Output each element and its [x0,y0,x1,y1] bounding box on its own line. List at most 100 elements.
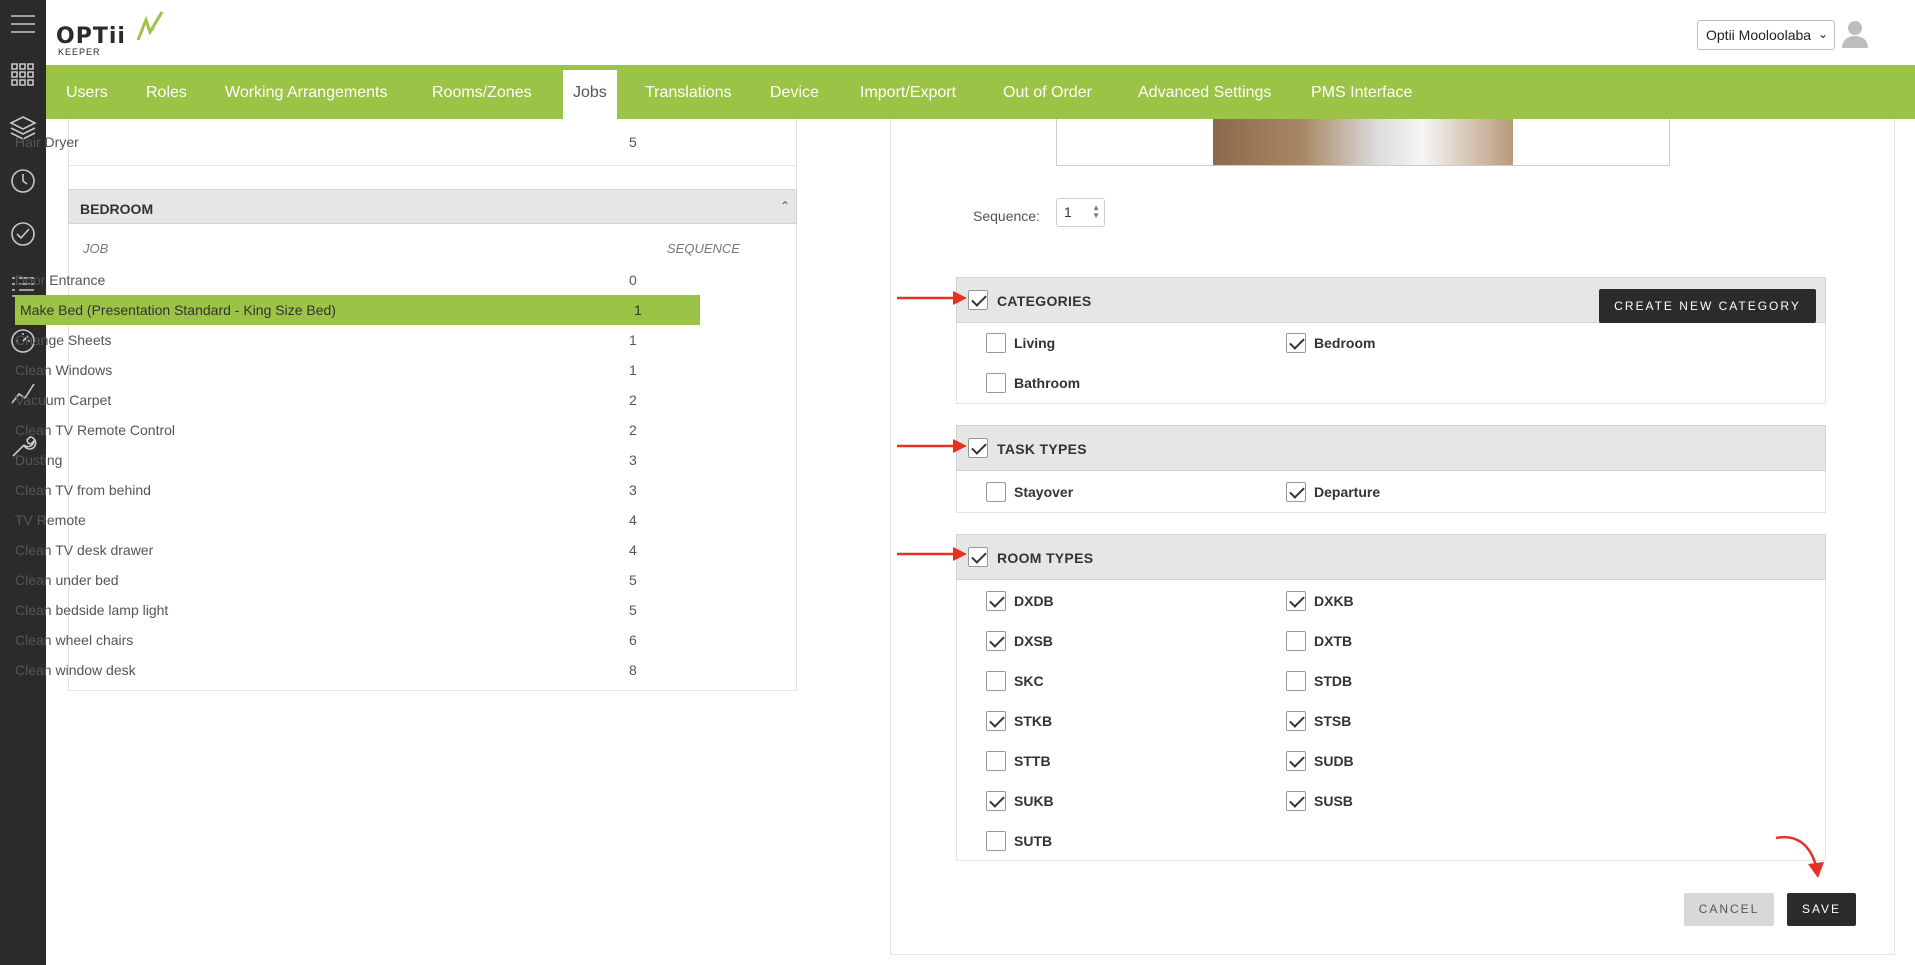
checkbox-stsb[interactable] [1286,711,1306,731]
job-sequence: 1 [629,362,637,378]
menu-icon[interactable] [0,4,46,44]
tab-rooms-zones[interactable]: Rooms/Zones [432,65,532,119]
table-row[interactable]: Clean bedside lamp light 5 [15,595,715,625]
checkbox-sukb[interactable] [986,791,1006,811]
tab-roles[interactable]: Roles [146,65,187,119]
checkbox-dxtb[interactable] [1286,631,1306,651]
checkbox-bedroom[interactable] [1286,333,1306,353]
checkbox-label: SUDB [1314,753,1354,769]
tab-advanced-settings[interactable]: Advanced Settings [1138,65,1271,119]
tab-import-export[interactable]: Import/Export [860,65,956,119]
checkbox-stayover[interactable] [986,482,1006,502]
grid-icon[interactable] [0,55,46,95]
checkbox-sudb[interactable] [1286,751,1306,771]
job-name: Dusting [15,452,63,468]
user-icon[interactable] [1840,18,1870,48]
checkbox-label: Bathroom [1014,375,1081,391]
tab-out-of-order[interactable]: Out of Order [1003,65,1092,119]
job-name: TV Remote [15,512,86,528]
tab-users[interactable]: Users [66,65,108,119]
column-header-sequence[interactable]: SEQUENCE [667,241,740,256]
clock-icon[interactable] [0,161,46,201]
task-types-title: TASK TYPES [997,441,1087,457]
table-row[interactable]: TV Remote 4 [15,505,715,535]
checkbox-living[interactable] [986,333,1006,353]
job-name: Clean TV from behind [15,482,151,498]
section-header-bedroom[interactable]: BEDROOM ⌃ [68,189,797,224]
checkbox-label: DXDB [1014,593,1054,609]
checkbox-label: SKC [1014,673,1044,689]
checkbox-sutb[interactable] [986,831,1006,851]
table-row[interactable]: Dusting 3 [15,445,715,475]
room-types-checkbox[interactable] [968,547,988,567]
checkbox-dxkb[interactable] [1286,591,1306,611]
stepper-arrows-icon[interactable]: ▲ ▼ [1092,204,1100,220]
annotation-arrow-icon [897,547,967,561]
column-header-job[interactable]: JOB [83,241,108,256]
room-types-title: ROOM TYPES [997,550,1094,566]
tab-device[interactable]: Device [770,65,819,119]
table-row-selected[interactable]: Make Bed (Presentation Standard - King S… [15,295,700,325]
table-row[interactable]: Clean TV desk drawer 4 [15,535,715,565]
chevron-up-icon[interactable]: ⌃ [780,199,790,213]
logo-spark-icon [136,11,164,41]
checkbox-sttb[interactable] [986,751,1006,771]
checkbox-skc[interactable] [986,671,1006,691]
checkbox-stkb[interactable] [986,711,1006,731]
optii-logo: OPTii KEEPER [56,10,166,58]
table-row[interactable]: Vacuum Carpet 2 [15,385,715,415]
tab-jobs[interactable]: Jobs [563,70,617,119]
job-sequence: 0 [629,272,637,288]
task-types-checkbox[interactable] [968,438,988,458]
table-row[interactable]: Clean wheel chairs 6 [15,625,715,655]
checkbox-stdb[interactable] [1286,671,1306,691]
job-name: Hair Dryer [15,134,79,150]
job-sequence: 6 [629,632,637,648]
job-name: Vacuum Carpet [15,392,112,408]
job-sequence: 8 [629,662,637,678]
table-row[interactable]: Clean Windows 1 [15,355,715,385]
job-sequence: 2 [629,422,637,438]
sequence-value: 1 [1064,204,1072,220]
checkbox-departure[interactable] [1286,482,1306,502]
categories-options [956,323,1826,404]
job-name: Clean bedside lamp light [15,602,169,618]
job-name: Door Entrance [15,272,106,288]
hotel-select-value: Optii Mooloolaba [1706,27,1812,43]
job-name: Clean Windows [15,362,113,378]
create-new-category-button[interactable]: CREATE NEW CATEGORY [1599,289,1816,323]
tab-working-arrangements[interactable]: Working Arrangements [225,65,387,119]
table-row[interactable]: Clean under bed 5 [15,565,715,595]
save-button[interactable]: SAVE [1787,893,1856,926]
checkbox-label: SUKB [1014,793,1054,809]
job-name: Clean TV Remote Control [15,422,176,438]
sequence-stepper[interactable]: 1 ▲ ▼ [1056,198,1105,227]
job-sequence: 3 [629,482,637,498]
table-row[interactable]: Clean TV from behind 3 [15,475,715,505]
job-name: Clean TV desk drawer [15,542,154,558]
tab-translations[interactable]: Translations [645,65,732,119]
job-name: Clean window desk [15,662,136,678]
table-row[interactable]: Change Sheets 1 [15,325,715,355]
checkbox-label: STDB [1314,673,1353,689]
checkbox-dxsb[interactable] [986,631,1006,651]
checkbox-label: SUTB [1014,833,1053,849]
job-name: Make Bed (Presentation Standard - King S… [20,302,336,318]
hotel-select[interactable]: Optii Mooloolaba ⌄ [1697,20,1835,50]
tab-pms-interface[interactable]: PMS Interface [1311,65,1412,119]
table-row[interactable]: Clean TV Remote Control 2 [15,415,715,445]
cancel-button[interactable]: CANCEL [1684,893,1774,926]
checkbox-bathroom[interactable] [986,373,1006,393]
check-circle-icon[interactable] [0,214,46,254]
table-row[interactable]: Hair Dryer 5 [15,127,715,157]
sequence-label: Sequence: [973,208,1040,224]
annotation-arrow-icon [897,439,967,453]
job-sequence: 4 [629,542,637,558]
categories-checkbox[interactable] [968,290,988,310]
checkbox-susb[interactable] [1286,791,1306,811]
checkbox-dxdb[interactable] [986,591,1006,611]
job-sequence: 4 [629,512,637,528]
table-row[interactable]: Clean window desk 8 [15,655,715,685]
table-row[interactable]: Door Entrance 0 [15,265,715,295]
checkbox-label: SUSB [1314,793,1353,809]
